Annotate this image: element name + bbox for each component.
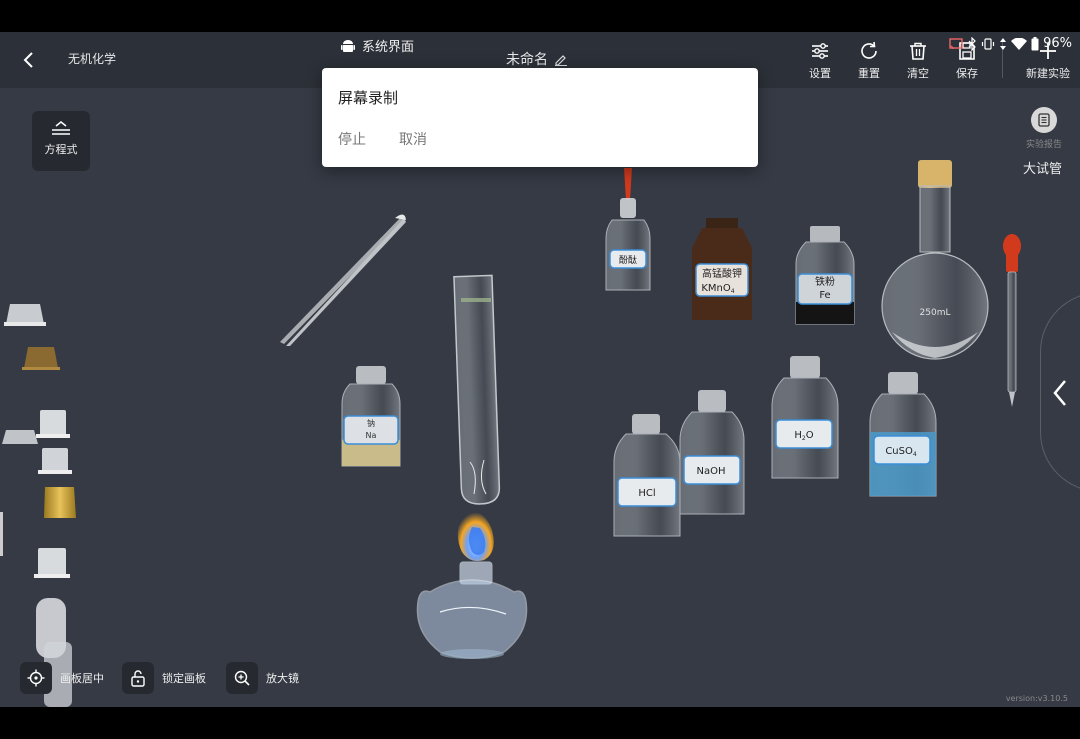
hcl-label: HCl	[638, 488, 655, 499]
cuso4-label: CuSO4	[885, 446, 917, 458]
hcl-bottle[interactable]: HCl	[613, 414, 681, 537]
zoom-in-icon	[234, 670, 250, 686]
lock-canvas-button[interactable]: 锁定画板	[122, 662, 206, 694]
cancel-button[interactable]: 取消	[399, 129, 427, 149]
phenolphthalein-label: 酚酞	[619, 254, 637, 266]
equation-button[interactable]: 方程式	[32, 111, 90, 171]
kmno4-bottle[interactable]: 高锰酸钾 KMnO4	[692, 218, 752, 320]
screen-recording-dialog: 屏幕录制 停止 取消	[322, 68, 758, 167]
letterbox-top	[0, 0, 1080, 32]
cuso4-bottle[interactable]: CuSO4	[869, 372, 937, 497]
equation-icon	[52, 121, 70, 135]
chevron-left-icon	[1053, 380, 1066, 406]
iron-formula-label: Fe	[819, 290, 830, 301]
iron-powder-bottle[interactable]: 铁粉 Fe	[795, 226, 855, 325]
sodium-name-label: 钠	[367, 418, 375, 428]
letterbox-bottom	[0, 707, 1080, 739]
sodium-bottle[interactable]: 钠 Na	[341, 366, 401, 467]
document-list-icon	[1038, 113, 1050, 127]
center-canvas-icon-box	[20, 662, 52, 694]
app-window: 无机化学 系统界面 未命名 设置 重置 清空 保存 新建实验 96% 酚酞 高锰…	[0, 32, 1080, 707]
tweezers[interactable]	[280, 214, 406, 346]
flask-volume-label: 250mL	[920, 308, 951, 318]
iron-name-label: 铁粉	[815, 275, 835, 288]
kmno4-name-label: 高锰酸钾	[702, 267, 742, 280]
stop-button[interactable]: 停止	[338, 129, 366, 149]
dialog-title: 屏幕录制	[338, 89, 399, 107]
center-canvas-button[interactable]: 画板居中	[20, 662, 104, 694]
stopper-shelf[interactable]	[0, 304, 76, 707]
phenolphthalein-bottle[interactable]: 酚酞	[605, 168, 651, 291]
version-label: version:v3.10.5	[1005, 694, 1068, 703]
water-bottle[interactable]: H2O	[771, 356, 839, 479]
naoh-bottle[interactable]: NaOH	[679, 390, 745, 515]
equation-label: 方程式	[44, 143, 78, 156]
experiment-report-button[interactable]: 实验报告	[1022, 107, 1066, 150]
lock-canvas-icon-box	[122, 662, 154, 694]
report-label: 实验报告	[1025, 140, 1062, 150]
alcohol-lamp[interactable]	[416, 507, 528, 659]
current-tool-label: 大试管	[1023, 162, 1063, 177]
rubber-dropper[interactable]	[1003, 234, 1021, 407]
magnifier-label: 放大镜	[266, 672, 299, 685]
center-canvas-label: 画板居中	[60, 672, 104, 685]
magnifier-button[interactable]: 放大镜	[226, 662, 299, 694]
crosshair-icon	[27, 669, 45, 687]
test-tube[interactable]	[453, 274, 501, 505]
lock-canvas-label: 锁定画板	[162, 672, 206, 685]
kmno4-formula-label: KMnO4	[701, 283, 734, 295]
round-bottom-flask[interactable]: 250mL	[881, 160, 989, 360]
report-icon-circle	[1031, 107, 1057, 133]
unlock-icon	[131, 670, 145, 687]
magnifier-icon-box	[226, 662, 258, 694]
naoh-label: NaOH	[697, 466, 726, 477]
sodium-formula-label: Na	[366, 431, 377, 440]
